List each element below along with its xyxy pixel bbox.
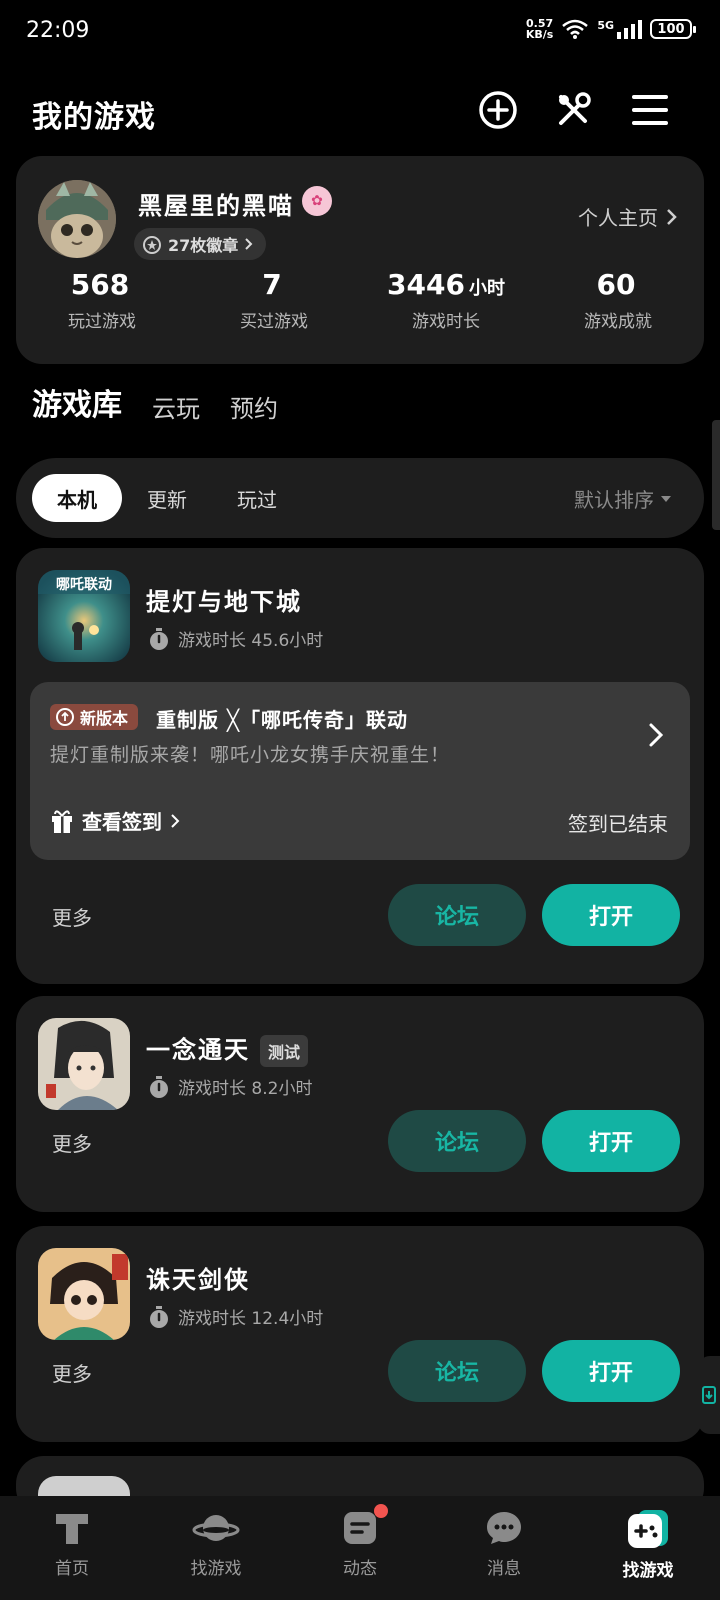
menu-icon	[632, 95, 668, 125]
chevron-right-icon[interactable]	[648, 722, 664, 752]
badges-button[interactable]: 27枚徽章	[134, 228, 267, 260]
tab-library[interactable]: 游戏库	[32, 380, 122, 434]
avatar[interactable]	[38, 180, 116, 258]
gift-icon	[52, 809, 72, 833]
more-button[interactable]: 更多	[52, 1128, 92, 1157]
open-button[interactable]: 打开	[542, 1340, 680, 1402]
menu-button[interactable]	[628, 88, 672, 132]
event-description: 提灯重制版来袭！哪吒小龙女携手庆祝重生！	[50, 744, 451, 766]
game-icon[interactable]	[38, 1248, 130, 1340]
add-game-button[interactable]	[476, 88, 520, 132]
status-indicators: 0.57 KB/s 5G 100	[525, 17, 696, 41]
game-card[interactable]: 诛天剑侠 游戏时长 12.4小时 更多 论坛 打开	[16, 1226, 704, 1442]
stat-played[interactable]: 568 玩过游戏	[16, 268, 188, 332]
stopwatch-icon	[150, 627, 168, 650]
download-icon	[702, 1386, 716, 1404]
more-button[interactable]: 更多	[52, 1358, 92, 1387]
filter-played[interactable]: 玩过	[212, 474, 302, 522]
homepage-label: 个人主页	[578, 206, 658, 230]
nav-discover[interactable]: 找游戏	[144, 1496, 288, 1600]
tab-cloud[interactable]: 云玩	[152, 389, 200, 434]
stat-playtime[interactable]: 3446 小时 游戏时长	[360, 268, 532, 332]
playtime: 游戏时长 45.6小时	[148, 626, 323, 651]
badges-label: 27枚徽章	[168, 236, 239, 255]
chat-icon	[487, 1512, 521, 1544]
game-title: 提灯与地下城	[146, 588, 302, 616]
open-button[interactable]: 打开	[542, 884, 680, 946]
download-float-button[interactable]	[698, 1356, 720, 1434]
game-card[interactable]: 一念通天 测试 游戏时长 8.2小时 更多 论坛 打开	[16, 996, 704, 1212]
page-title: 我的游戏	[32, 100, 156, 135]
sort-dropdown[interactable]: 默认排序	[574, 484, 672, 513]
filter-local[interactable]: 本机	[32, 474, 122, 522]
chevron-right-icon	[667, 208, 677, 225]
event-banner[interactable]: 新版本 重制版 ╳「哪吒传奇」联动 提灯重制版来袭！哪吒小龙女携手庆祝重生！ 查…	[30, 682, 690, 860]
notification-dot	[374, 1504, 388, 1518]
wifi-icon	[562, 19, 589, 39]
nav-messages[interactable]: 消息	[432, 1496, 576, 1600]
username: 黑屋里的黑喵	[138, 192, 294, 220]
home-icon	[56, 1514, 88, 1544]
game-icon-text: 哪吒联动	[56, 577, 112, 593]
event-title: 重制版 ╳「哪吒传奇」联动	[156, 708, 409, 732]
app-header: 我的游戏	[0, 80, 720, 140]
filter-updates[interactable]: 更新	[122, 474, 212, 522]
game-icon[interactable]	[38, 1018, 130, 1110]
new-version-tag: 新版本	[50, 704, 139, 730]
playtime: 游戏时长 8.2小时	[148, 1074, 312, 1099]
nav-games[interactable]: 找游戏	[576, 1496, 720, 1600]
user-badge-icon: ✿	[302, 186, 332, 216]
status-time: 22:09	[26, 18, 90, 43]
more-button[interactable]: 更多	[52, 902, 92, 931]
test-badge: 测试	[260, 1035, 309, 1067]
forum-button[interactable]: 论坛	[388, 1340, 526, 1402]
planet-icon	[192, 1515, 240, 1541]
battery-icon: 100	[650, 19, 696, 39]
profile-stats: 568 玩过游戏 7 买过游戏 3446 小时 游戏时长 60 游戏成就	[16, 268, 704, 332]
caret-down-icon	[661, 495, 671, 502]
open-button[interactable]: 打开	[542, 1110, 680, 1172]
scrollbar[interactable]	[712, 420, 720, 530]
bottom-nav: 首页 找游戏 动态 消息 找游戏	[0, 1496, 720, 1600]
tools-icon	[559, 92, 591, 125]
stopwatch-icon	[150, 1075, 168, 1098]
medal-icon	[143, 236, 161, 254]
forum-button[interactable]: 论坛	[388, 1110, 526, 1172]
game-title: 诛天剑侠	[146, 1266, 250, 1294]
game-card[interactable]: 哪吒联动 提灯与地下城 游戏时长 45.6小时 新版本 重制版 ╳「哪吒传奇」联…	[16, 548, 704, 984]
version-icon	[56, 708, 74, 726]
tools-button[interactable]	[552, 88, 596, 132]
library-tabs: 游戏库 云玩 预约	[32, 384, 278, 434]
sort-label: 默认排序	[574, 488, 654, 512]
game-icon[interactable]: 哪吒联动	[38, 570, 130, 662]
nav-home[interactable]: 首页	[0, 1496, 144, 1600]
homepage-link[interactable]: 个人主页	[578, 202, 678, 231]
chevron-right-icon	[245, 238, 253, 250]
gamepad-icon	[628, 1510, 668, 1548]
stat-purchased[interactable]: 7 买过游戏	[188, 268, 360, 332]
status-bar: 22:09 0.57 KB/s 5G 100	[0, 0, 720, 64]
game-title: 一念通天 测试	[146, 1030, 309, 1067]
stopwatch-icon	[150, 1305, 168, 1328]
filter-bar: 本机 更新 玩过 默认排序	[16, 458, 704, 538]
profile-card[interactable]: 黑屋里的黑喵 ✿ 27枚徽章 个人主页 568 玩过游戏 7 买过游戏 3446…	[16, 156, 704, 364]
tab-reserve[interactable]: 预约	[230, 389, 278, 434]
plus-circle-icon	[479, 91, 517, 129]
stat-achievements[interactable]: 60 游戏成就	[532, 268, 704, 332]
nav-feed[interactable]: 动态	[288, 1496, 432, 1600]
network-type: 5G	[597, 19, 642, 39]
playtime: 游戏时长 12.4小时	[148, 1304, 323, 1329]
checkin-link[interactable]: 查看签到	[50, 806, 180, 835]
forum-button[interactable]: 论坛	[388, 884, 526, 946]
chevron-right-icon	[171, 813, 180, 828]
signal-icon	[617, 20, 642, 39]
network-speed: 0.57 KB/s	[525, 17, 554, 41]
checkin-status: 签到已结束	[568, 812, 668, 836]
